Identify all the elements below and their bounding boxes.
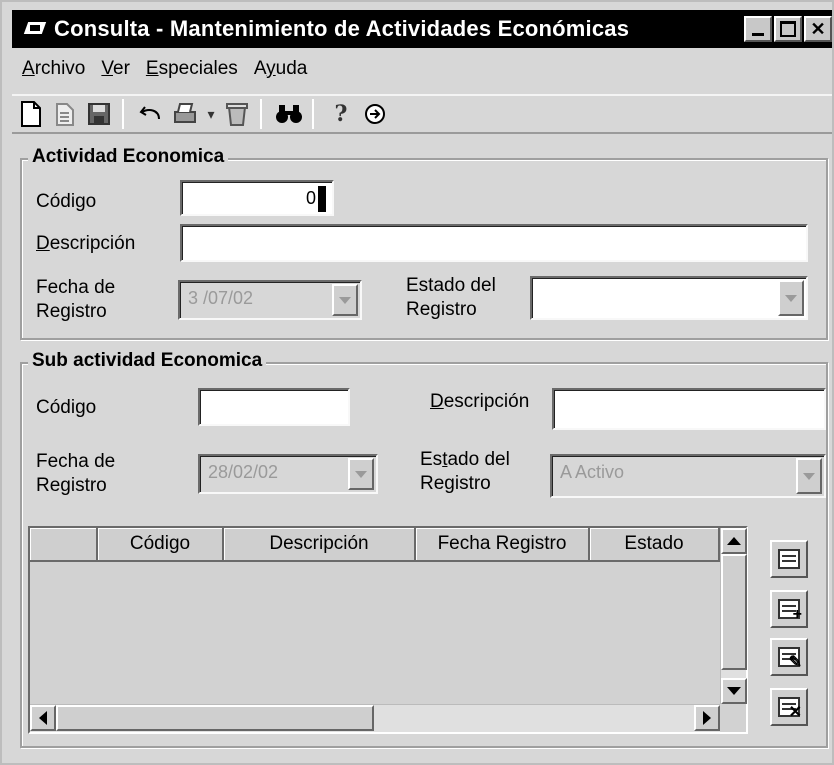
- descripcion-label: Descripción: [36, 233, 136, 254]
- app-icon: [26, 20, 48, 38]
- group-title: Actividad Economica: [28, 146, 229, 168]
- toolbar-separator: [122, 99, 124, 129]
- maximize-button[interactable]: [774, 16, 802, 42]
- print-icon[interactable]: [170, 99, 200, 129]
- sub-estado-registro-dropdown[interactable]: A Activo: [550, 454, 826, 498]
- sub-fecha-registro-label: Fecha de Registro: [36, 450, 115, 498]
- sub-codigo-label: Código: [36, 397, 97, 418]
- sub-descripcion-input[interactable]: [552, 388, 826, 430]
- x-icon: ✕: [788, 704, 802, 721]
- fecha-registro-dropdown[interactable]: 3 /07/02: [178, 280, 362, 320]
- binoculars-search-icon[interactable]: [274, 99, 304, 129]
- copy-document-icon[interactable]: [50, 99, 80, 129]
- exit-arrow-icon[interactable]: [360, 99, 390, 129]
- vertical-scroll-thumb[interactable]: [721, 554, 747, 670]
- add-record-button[interactable]: +: [770, 590, 808, 628]
- minimize-button[interactable]: [744, 16, 772, 42]
- text-cursor: [318, 186, 326, 212]
- grid-header: Código Descripción Fecha Registro Estado: [30, 528, 720, 562]
- fecha-value: 28/02/02: [208, 462, 279, 482]
- pencil-icon: ✎: [788, 654, 802, 671]
- help-icon[interactable]: ?: [326, 99, 356, 129]
- sub-estado-registro-label: Estado del Registro: [420, 448, 510, 496]
- toolbar-separator: [260, 99, 262, 129]
- save-icon[interactable]: [84, 99, 114, 129]
- estado-value: A Activo: [560, 462, 625, 482]
- fecha-label-line1: Fecha de: [36, 451, 116, 472]
- new-document-icon[interactable]: [16, 99, 46, 129]
- sub-fecha-registro-dropdown[interactable]: 28/02/02: [198, 454, 378, 494]
- estado-label-line2: Registro: [420, 472, 491, 494]
- grid-header-estado[interactable]: Estado: [590, 528, 720, 562]
- estado-registro-dropdown[interactable]: [530, 276, 808, 320]
- grid-header-codigo[interactable]: Código: [98, 528, 224, 562]
- menu-especiales[interactable]: Especiales: [146, 58, 238, 80]
- scroll-down-arrow-icon[interactable]: [721, 678, 747, 704]
- codigo-input[interactable]: 0: [180, 180, 334, 216]
- grid-header-descripcion[interactable]: Descripción: [224, 528, 416, 562]
- descripcion-input[interactable]: [180, 224, 808, 262]
- recycle-icon[interactable]: [222, 99, 252, 129]
- codigo-label: Código: [36, 191, 97, 212]
- sub-actividades-grid[interactable]: Código Descripción Fecha Registro Estado: [28, 526, 748, 734]
- horizontal-scrollbar[interactable]: [30, 704, 720, 732]
- dropdown-arrow-icon[interactable]: [348, 458, 374, 490]
- fecha-label-line1: Fecha de: [36, 277, 116, 298]
- toolbar: ▾ ?: [12, 94, 832, 134]
- horizontal-scroll-thumb[interactable]: [56, 705, 374, 731]
- dropdown-arrow-icon[interactable]: [778, 280, 804, 316]
- fecha-value: 3 /07/02: [188, 288, 254, 308]
- estado-registro-label: Estado del Registro: [406, 274, 496, 322]
- toolbar-separator: [312, 99, 314, 129]
- undo-icon[interactable]: [136, 99, 166, 129]
- estado-label-line2: Registro: [406, 298, 477, 320]
- grid-header-fecha-registro[interactable]: Fecha Registro: [416, 528, 590, 562]
- title-bar[interactable]: Consulta - Mantenimiento de Actividades …: [12, 10, 832, 48]
- sub-descripcion-label: Descripción: [430, 391, 530, 412]
- dropdown-arrow-icon[interactable]: [796, 458, 822, 494]
- menu-bar: Archivo Ver Especiales Ayuda: [12, 52, 313, 86]
- sub-codigo-input[interactable]: [198, 388, 350, 426]
- view-record-icon: [778, 549, 800, 569]
- estado-label-line1: Estado del: [406, 275, 496, 296]
- fecha-label-line2: Registro: [36, 300, 107, 322]
- group-title: Sub actividad Economica: [28, 350, 267, 372]
- window-title: Consulta - Mantenimiento de Actividades …: [54, 16, 630, 41]
- vertical-scrollbar[interactable]: [720, 528, 747, 704]
- window-controls: ✕: [744, 16, 832, 42]
- fecha-label-line2: Registro: [36, 474, 107, 496]
- plus-icon: +: [792, 606, 802, 623]
- close-button[interactable]: ✕: [804, 16, 832, 42]
- scroll-right-arrow-icon[interactable]: [694, 705, 720, 731]
- grid-header-selector[interactable]: [30, 528, 98, 562]
- dropdown-arrow-icon[interactable]: ▾: [204, 99, 218, 129]
- delete-record-button[interactable]: ✕: [770, 688, 808, 726]
- scroll-up-arrow-icon[interactable]: [721, 528, 747, 554]
- app-window: Consulta - Mantenimiento de Actividades …: [0, 0, 834, 765]
- scroll-left-arrow-icon[interactable]: [30, 705, 56, 731]
- fecha-registro-label: Fecha de Registro: [36, 276, 115, 324]
- codigo-value: 0: [305, 188, 316, 208]
- edit-record-button[interactable]: ✎: [770, 638, 808, 676]
- menu-ayuda[interactable]: Ayuda: [254, 58, 308, 80]
- dropdown-arrow-icon[interactable]: [332, 284, 358, 316]
- menu-archivo[interactable]: Archivo: [22, 58, 85, 80]
- menu-ver[interactable]: Ver: [101, 58, 130, 80]
- view-record-button[interactable]: [770, 540, 808, 578]
- estado-label-line1: Estado del: [420, 449, 510, 470]
